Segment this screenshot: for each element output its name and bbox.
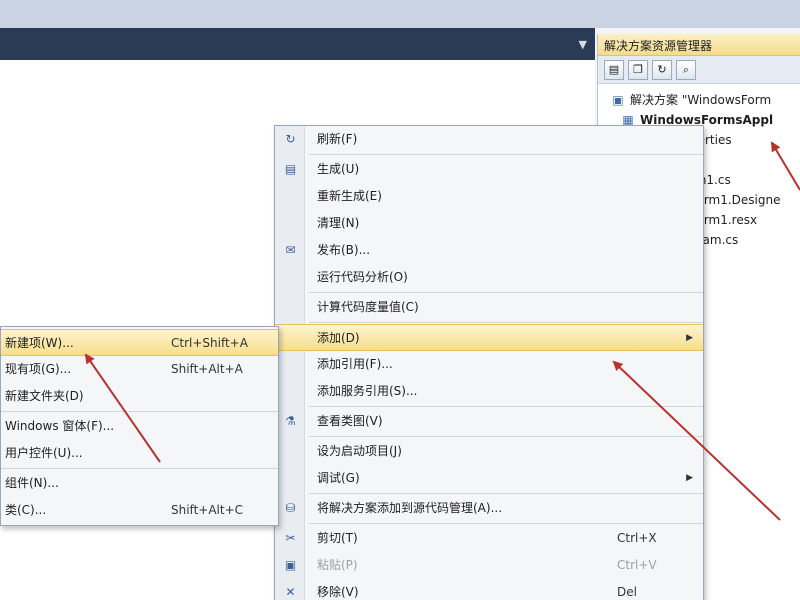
- menu-item-label: 用户控件(U)...: [5, 446, 83, 460]
- menu-item-item-16[interactable]: 设为启动项目(J): [275, 438, 703, 465]
- refresh-button[interactable]: ↻: [652, 59, 672, 80]
- submenu-item-item-7[interactable]: 组件(N)...: [1, 470, 278, 497]
- menu-item-label: 新建项(W)...: [5, 336, 74, 350]
- menu-item-item-8[interactable]: 计算代码度量值(C): [275, 294, 703, 321]
- view-code-button[interactable]: ⌕: [676, 59, 696, 80]
- tree-item-label: 解决方案 "WindowsForm: [630, 93, 772, 107]
- menu-separator: [309, 523, 703, 524]
- menu-item-shortcut: Shift+Alt+C: [171, 503, 244, 517]
- view-code-icon: ⌕: [682, 62, 690, 76]
- solution-explorer-toolbar: ▤ ❐ ↻ ⌕: [598, 56, 800, 84]
- menu-item-label: 运行代码分析(O): [317, 270, 408, 284]
- menu-item-item-17[interactable]: 调试(G) ▶: [275, 465, 703, 492]
- menu-item-item-0[interactable]: ↻ 刷新(F): [275, 126, 703, 153]
- menu-separator: [309, 322, 703, 323]
- source-control-icon: ⛁: [285, 501, 296, 515]
- menu-separator: [309, 406, 703, 407]
- build-icon: ▤: [284, 162, 297, 176]
- menu-item-shortcut: Del: [617, 585, 637, 599]
- submenu-item-item-0[interactable]: 新建项(W)... Ctrl+Shift+A: [1, 329, 278, 356]
- menu-separator: [309, 292, 703, 293]
- menu-item-label: 现有项(G)...: [5, 362, 72, 376]
- solution-icon: ▣: [612, 93, 624, 107]
- project-context-menu: ↻ 刷新(F) ▤ 生成(U) 重新生成(E) 清理(N) ✉ 发布(B)... 运行代码分析(…: [274, 125, 704, 600]
- editor-tab-bar: ▼: [0, 28, 595, 60]
- submenu-arrow-icon: ▶: [686, 333, 693, 343]
- menu-item-label: 刷新(F): [317, 132, 358, 146]
- show-all-files-button[interactable]: ❐: [628, 59, 648, 80]
- menu-item-label: Windows 窗体(F)...: [5, 419, 115, 433]
- menu-item-label: 添加服务引用(S)...: [317, 384, 418, 398]
- menu-separator: [309, 154, 703, 155]
- menu-item-shortcut: Ctrl+X: [617, 531, 657, 545]
- submenu-item-item-2[interactable]: 新建文件夹(D): [1, 383, 278, 410]
- submenu-item-item-1[interactable]: 现有项(G)... Shift+Alt+A: [1, 356, 278, 383]
- menu-item-label: 查看类图(V): [317, 414, 383, 428]
- menu-item-label: 清理(N): [317, 216, 360, 230]
- menu-item-item-23[interactable]: ✕ 移除(V) Del: [275, 579, 703, 600]
- paste-icon: ▣: [284, 558, 297, 572]
- menu-item-label: 发布(B)...: [317, 243, 371, 257]
- class-diagram-icon: ⚗: [285, 414, 296, 428]
- menu-item-label: 重新生成(E): [317, 189, 382, 203]
- menu-item-label: 添加(D): [317, 331, 360, 345]
- refresh-icon: ↻: [285, 132, 296, 146]
- menu-separator: [1, 468, 278, 469]
- submenu-item-item-5[interactable]: 用户控件(U)...: [1, 440, 278, 467]
- menu-separator: [1, 411, 278, 412]
- menu-item-item-10[interactable]: 添加(D) ▶: [275, 324, 703, 351]
- menu-item-shortcut: Ctrl+Shift+A: [171, 336, 248, 350]
- show-all-files-icon: ❐: [633, 63, 643, 76]
- submenu-arrow-icon: ▶: [686, 473, 693, 483]
- submenu-item-windows[interactable]: Windows 窗体(F)...: [1, 413, 278, 440]
- menu-item-item-21[interactable]: ✂ 剪切(T) Ctrl+X: [275, 525, 703, 552]
- menu-item-item-11[interactable]: 添加引用(F)...: [275, 351, 703, 378]
- menu-item-item-4[interactable]: 清理(N): [275, 210, 703, 237]
- tab-dropdown-icon[interactable]: ▼: [579, 38, 587, 51]
- menu-item-shortcut: Ctrl+V: [617, 558, 657, 572]
- refresh-icon: ↻: [657, 63, 667, 76]
- tree-item[interactable]: ▣ 解决方案 "WindowsForm: [598, 90, 800, 110]
- menu-item-label: 粘贴(P): [317, 558, 358, 572]
- menu-separator: [309, 436, 703, 437]
- menu-item-shortcut: Shift+Alt+A: [171, 362, 243, 376]
- menu-item-item-12[interactable]: 添加服务引用(S)...: [275, 378, 703, 405]
- menu-item-label: 设为启动项目(J): [317, 444, 402, 458]
- menu-item-label: 调试(G): [317, 471, 360, 485]
- menu-item-item-3[interactable]: 重新生成(E): [275, 183, 703, 210]
- properties-button[interactable]: ▤: [604, 59, 624, 80]
- solution-explorer-title: 解决方案资源管理器: [598, 34, 800, 56]
- menu-item-label: 组件(N)...: [5, 476, 59, 490]
- menu-item-label: 类(C)...: [5, 503, 47, 517]
- menu-item-item-5[interactable]: ✉ 发布(B)...: [275, 237, 703, 264]
- publish-icon: ✉: [285, 243, 296, 257]
- submenu-item-item-8[interactable]: 类(C)... Shift+Alt+C: [1, 497, 278, 524]
- menu-item-item-14[interactable]: ⚗ 查看类图(V): [275, 408, 703, 435]
- properties-icon: ▤: [608, 63, 620, 76]
- menu-separator: [309, 493, 703, 494]
- menu-item-label: 生成(U): [317, 162, 360, 176]
- cut-icon: ✂: [285, 531, 296, 545]
- menu-item-item-22: ▣ 粘贴(P) Ctrl+V: [275, 552, 703, 579]
- add-submenu: 新建项(W)... Ctrl+Shift+A 现有项(G)... Shift+Alt+…: [0, 326, 279, 526]
- menu-item-item-6[interactable]: 运行代码分析(O): [275, 264, 703, 291]
- menu-item-label: 将解决方案添加到源代码管理(A)...: [317, 501, 503, 515]
- menu-item-label: 新建文件夹(D): [5, 389, 84, 403]
- menu-item-item-2[interactable]: ▤ 生成(U): [275, 156, 703, 183]
- menu-item-label: 剪切(T): [317, 531, 358, 545]
- menu-item-label: 移除(V): [317, 585, 359, 599]
- window-top-strip: [0, 0, 800, 28]
- menu-item-label: 添加引用(F)...: [317, 357, 393, 371]
- menu-item-label: 计算代码度量值(C): [317, 300, 419, 314]
- menu-item-item-19[interactable]: ⛁ 将解决方案添加到源代码管理(A)...: [275, 495, 703, 522]
- delete-icon: ✕: [285, 585, 296, 599]
